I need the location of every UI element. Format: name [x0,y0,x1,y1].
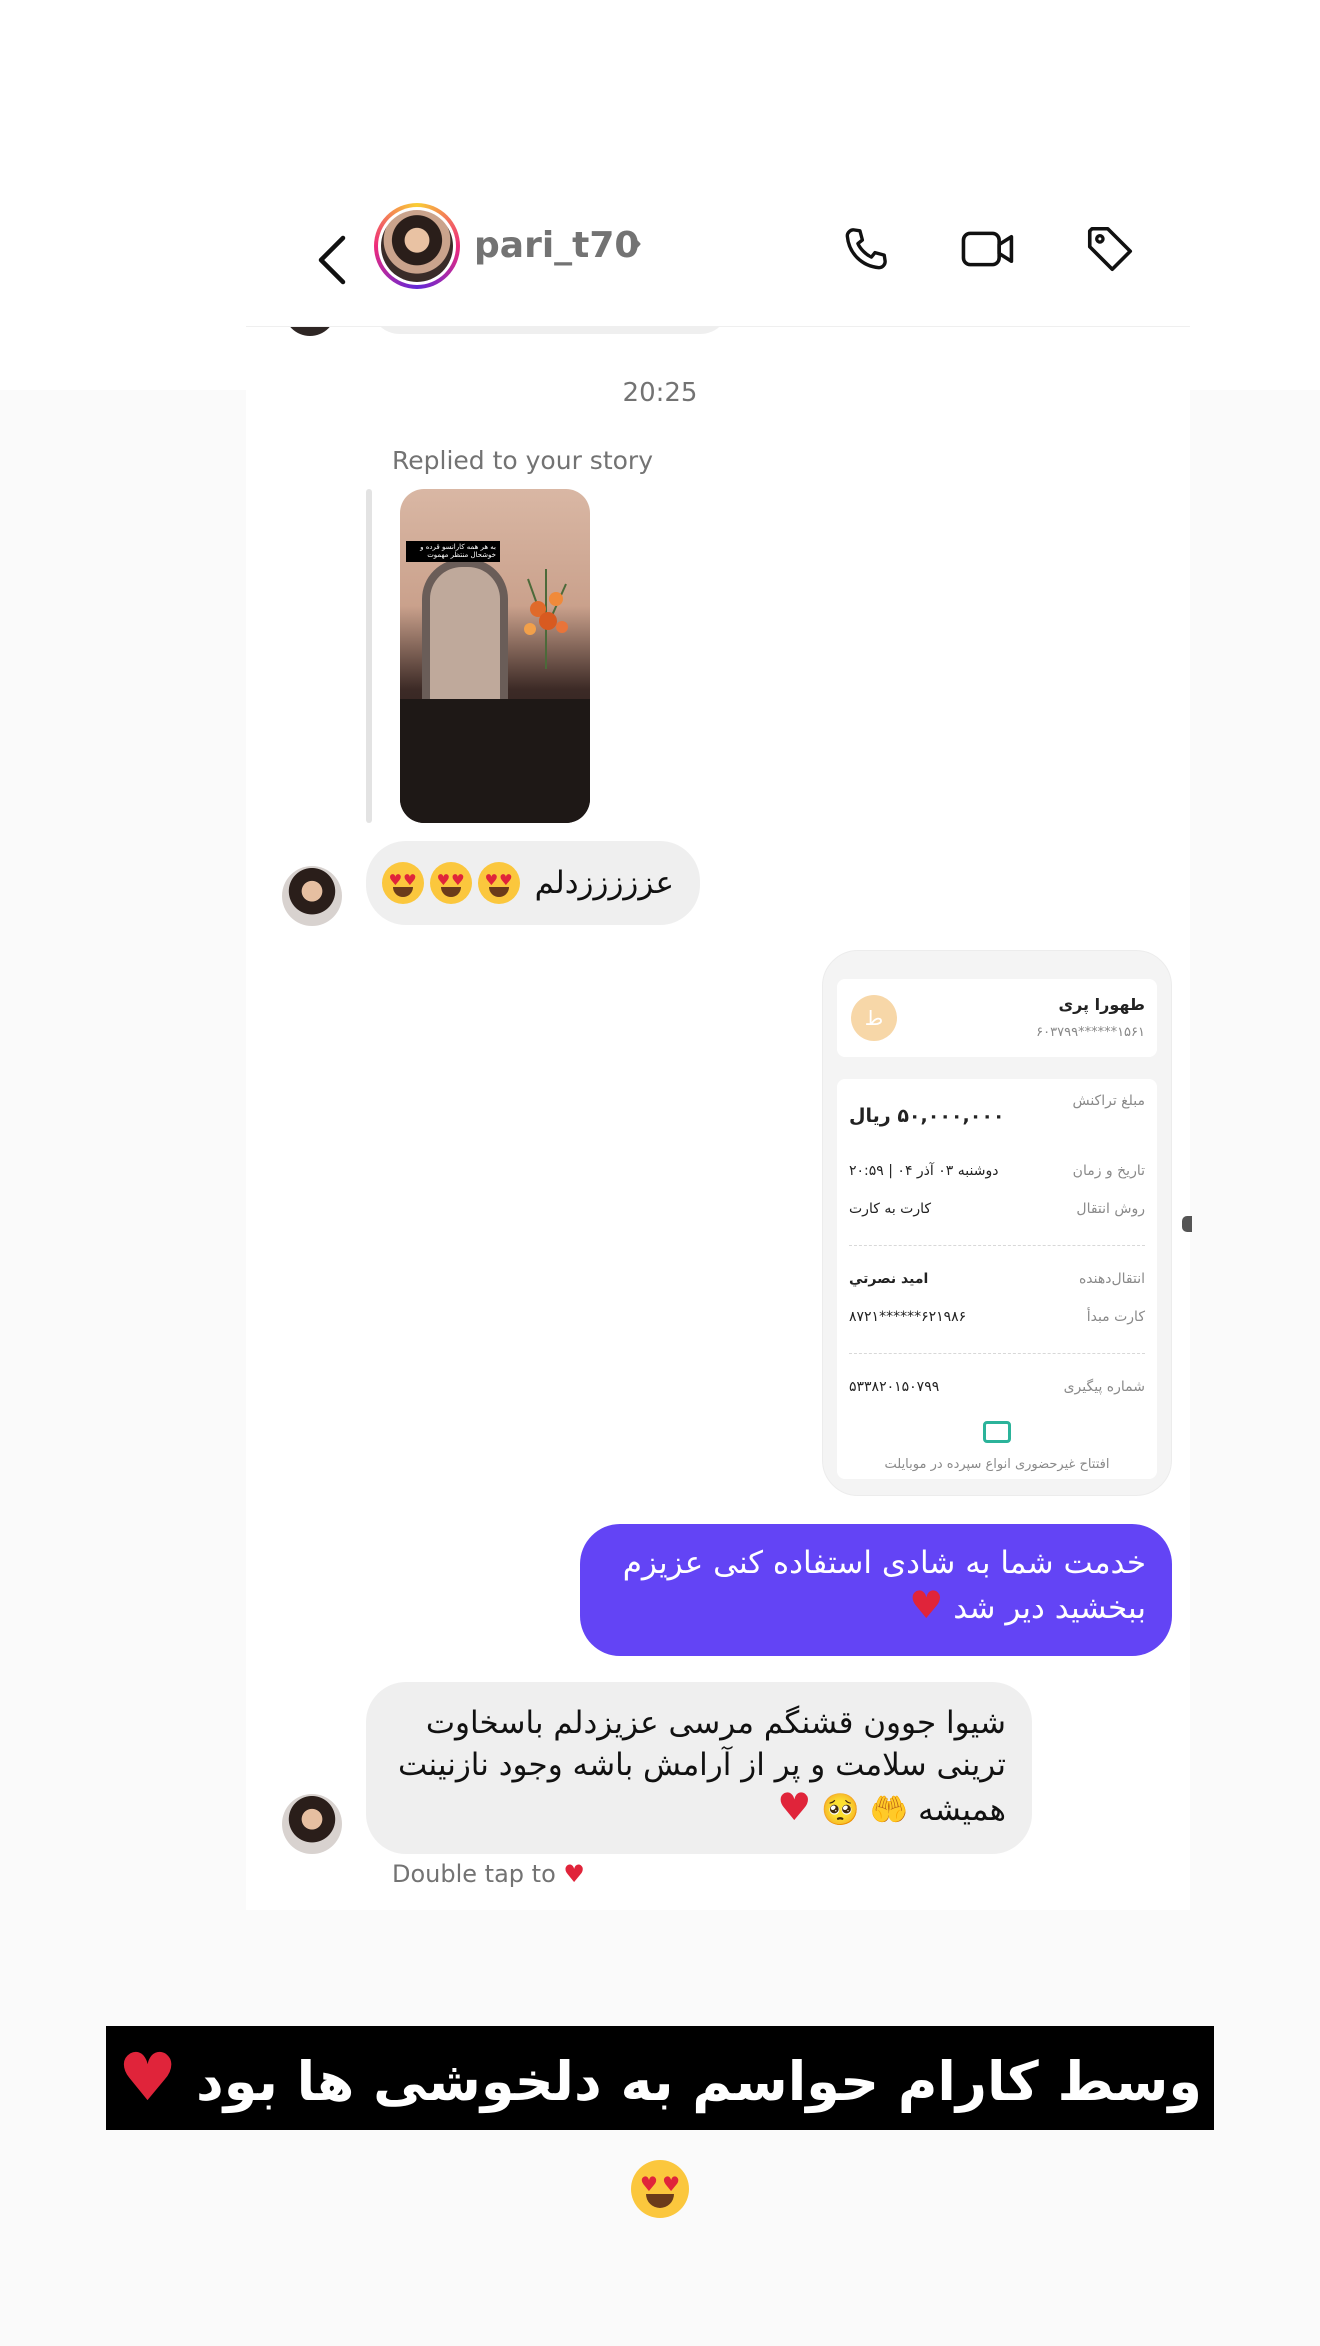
pleading-face-emoji-icon: 🥺 [821,1792,860,1828]
story-mirror-graphic [422,559,508,709]
receipt-recipient-name: طهورا پری [1058,995,1145,1014]
raising-hands-emoji-icon: 🤲 [869,1792,909,1828]
incoming-message-bubble[interactable]: عزززززدلم ♥ ♥ ♥ ♥ ♥ ♥ [366,841,700,925]
amount-label: مبلغ تراکنش [1072,1093,1145,1109]
phone-icon [845,228,887,270]
tag-icon [1087,226,1133,272]
recipient-logo-icon: ط [851,995,897,1041]
datetime-value: دوشنبه ۰۳ آذر ۰۴ | ۲۰:۵۹ [849,1163,999,1179]
chevron-right-icon[interactable] [624,229,644,259]
outgoing-message-bubble[interactable]: خدمت شما به شادی استفاده کنی عزیزم ببخشی… [580,1524,1172,1656]
tracking-value: ۵۳۳۸۲۰۱۵۰۷۹۹ [849,1379,940,1395]
red-heart-emoji-icon: ♥ [909,1583,944,1627]
amount-value: ۵۰,۰۰۰,۰۰۰ ریال [849,1105,1005,1127]
story-flowers-graphic [524,569,568,669]
red-heart-emoji-icon: ♥ [118,2039,178,2116]
story-thumbnail[interactable]: به هر همه کارانسو قرده و خوشحال منتظر مه… [400,489,590,823]
caption-banner: وسط کارام حواسم به دلخوشی ها بود ♥ ♥ ♥ [106,2026,1214,2219]
caption-text: وسط کارام حواسم به دلخوشی ها بود [196,2050,1202,2113]
message-timestamp: 20:25 [622,378,698,408]
receipt-amount-row: مبلغ تراکنش ۵۰,۰۰۰,۰۰۰ ریال [849,1093,1145,1127]
voice-call-button[interactable] [836,219,896,279]
tracking-label: شماره پیگیری [1063,1379,1145,1395]
profile-avatar[interactable] [374,203,460,289]
reply-indicator-bar [366,489,372,823]
scroll-indicator [1182,1216,1192,1232]
video-call-button[interactable] [958,219,1018,279]
payment-receipt-image[interactable]: طهورا پری ۶۰۳۷۹۹******۱۵۶۱ ط مبلغ تراکنش… [822,950,1172,1496]
source-card-value: ۶۲۱۹۸۶******۸۷۲۱ [849,1309,967,1325]
message-line-3: همیشه 🤲 🥺 ♥ [777,1785,1006,1829]
message-line-1: شیوا جوون قشنگم مرسی عزیزدلم باسخاوت [425,1705,1006,1741]
receipt-details: مبلغ تراکنش ۵۰,۰۰۰,۰۰۰ ریال تاریخ و زمان… [837,1079,1157,1479]
message-text: عزززززدلم [534,865,674,901]
heart-eyes-emoji-group: ♥ ♥ ♥ ♥ ♥ ♥ [379,862,523,904]
back-arrow-icon [318,235,346,285]
red-heart-emoji-icon: ♥ [777,1785,812,1829]
sender-avatar[interactable] [282,866,342,926]
receipt-recipient-section: طهورا پری ۶۰۳۷۹۹******۱۵۶۱ ط [837,979,1157,1057]
sent-message-line-1: خدمت شما به شادی استفاده کنی عزیزم [622,1545,1146,1581]
receipt-divider [849,1245,1145,1246]
receipt-footer: افتتاح غیرحضوری انواع سپرده در موبایلت [884,1457,1110,1472]
story-overlay-text: به هر همه کارانسو قرده و خوشحال منتظر مه… [406,541,500,562]
source-card-label: کارت مبدأ [1086,1309,1145,1325]
wallet-icon [983,1421,1011,1443]
back-button[interactable] [304,225,360,295]
incoming-message-bubble[interactable]: شیوا جوون قشنگم مرسی عزیزدلم باسخاوت تری… [366,1682,1032,1854]
sender-value: امید نصرتي [849,1271,929,1287]
video-camera-icon [961,231,1014,267]
receipt-recipient-account: ۶۰۳۷۹۹******۱۵۶۱ [1036,1025,1145,1040]
receipt-divider [849,1353,1145,1354]
chat-header: pari_t70 [246,195,1190,327]
tag-button[interactable] [1080,219,1140,279]
heart-eyes-emoji-icon: ♥ ♥ [429,862,472,904]
double-tap-hint: Double tap to ♥ [392,1860,585,1888]
heart-eyes-emoji-icon: ♥ ♥ [477,862,520,904]
heart-eyes-emoji-icon: ♥ ♥ [381,862,424,904]
story-cabinet-graphic [400,699,590,823]
method-value: کارت به کارت [849,1201,932,1217]
sender-label: انتقال‌دهنده [1078,1271,1145,1287]
datetime-label: تاریخ و زمان [1072,1163,1145,1179]
story-reply-label: Replied to your story [392,446,653,475]
heart-eyes-emoji-icon: ♥ ♥ [631,2160,689,2219]
sender-avatar[interactable] [282,1794,342,1854]
heart-icon: ♥ [563,1860,585,1888]
username[interactable]: pari_t70 [474,225,639,266]
method-label: روش انتقال [1076,1201,1145,1217]
message-line-2: ترینی سلامت و پر از آرامش باشه وجود نازن… [398,1747,1006,1783]
sent-message-line-2: ببخشید دیر شد ♥ [909,1583,1146,1627]
